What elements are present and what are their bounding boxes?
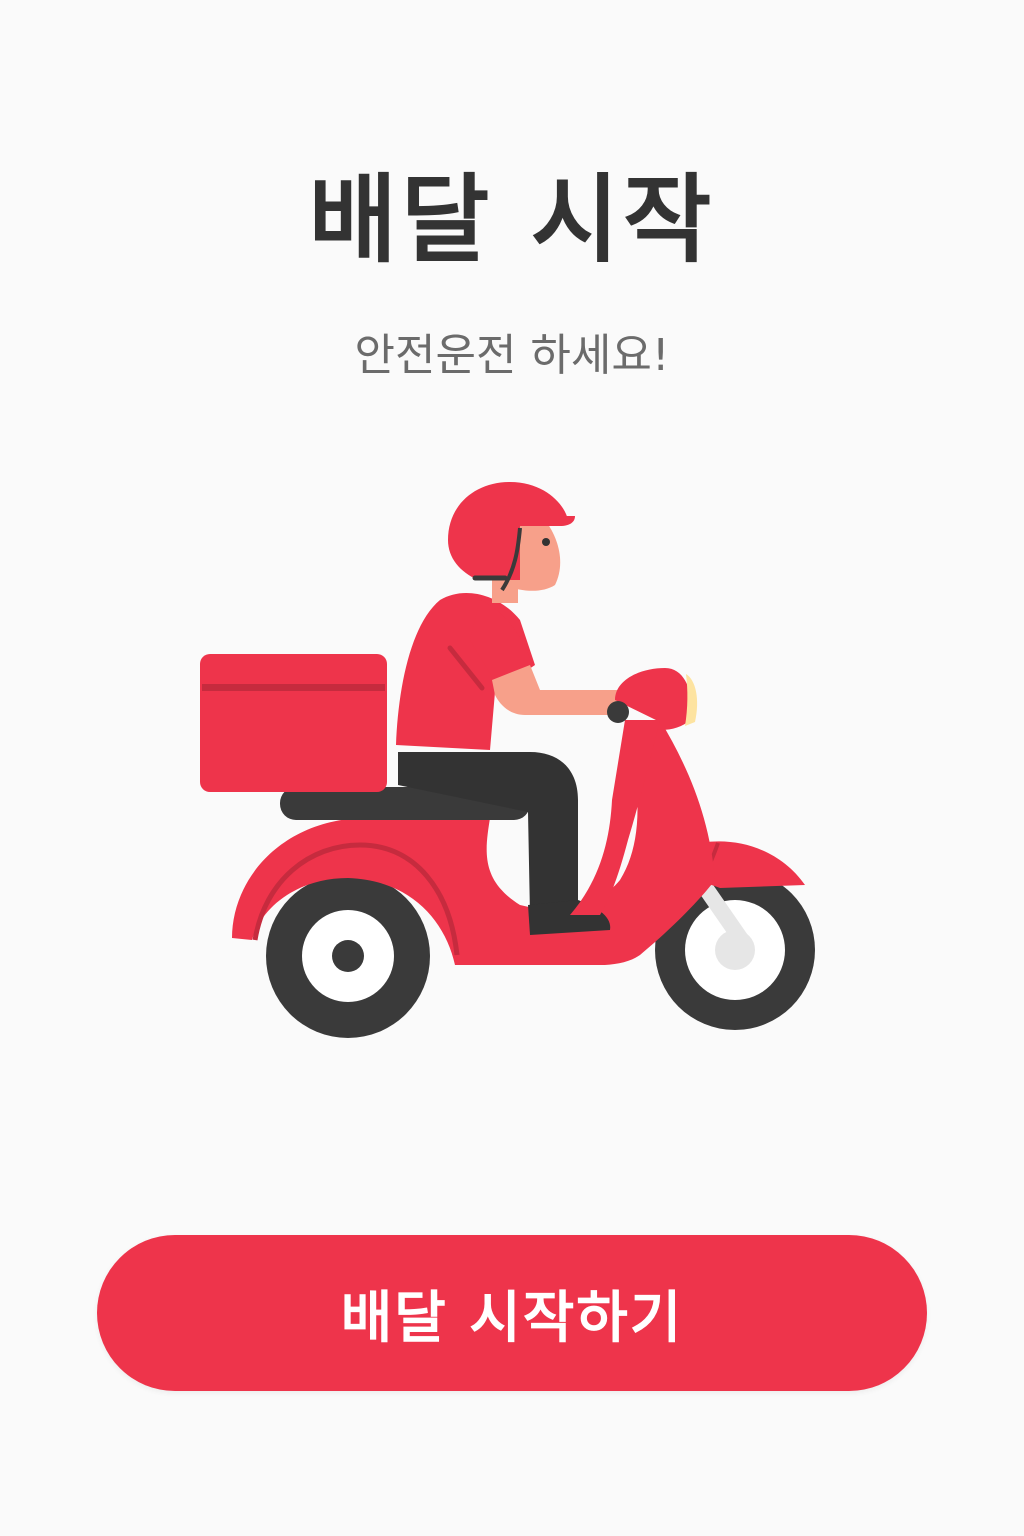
- delivery-box-icon: [200, 654, 387, 792]
- rear-wheel-icon: [266, 874, 430, 1038]
- delivery-scooter-rider-icon: [190, 470, 830, 1050]
- start-delivery-button[interactable]: 배달 시작하기: [97, 1235, 927, 1391]
- page-subtitle: 안전운전 하세요!: [354, 330, 670, 381]
- delivery-start-screen: 배달 시작 안전운전 하세요! 배달 시작하기: [0, 0, 1024, 1536]
- page-title: 배달 시작: [308, 164, 716, 276]
